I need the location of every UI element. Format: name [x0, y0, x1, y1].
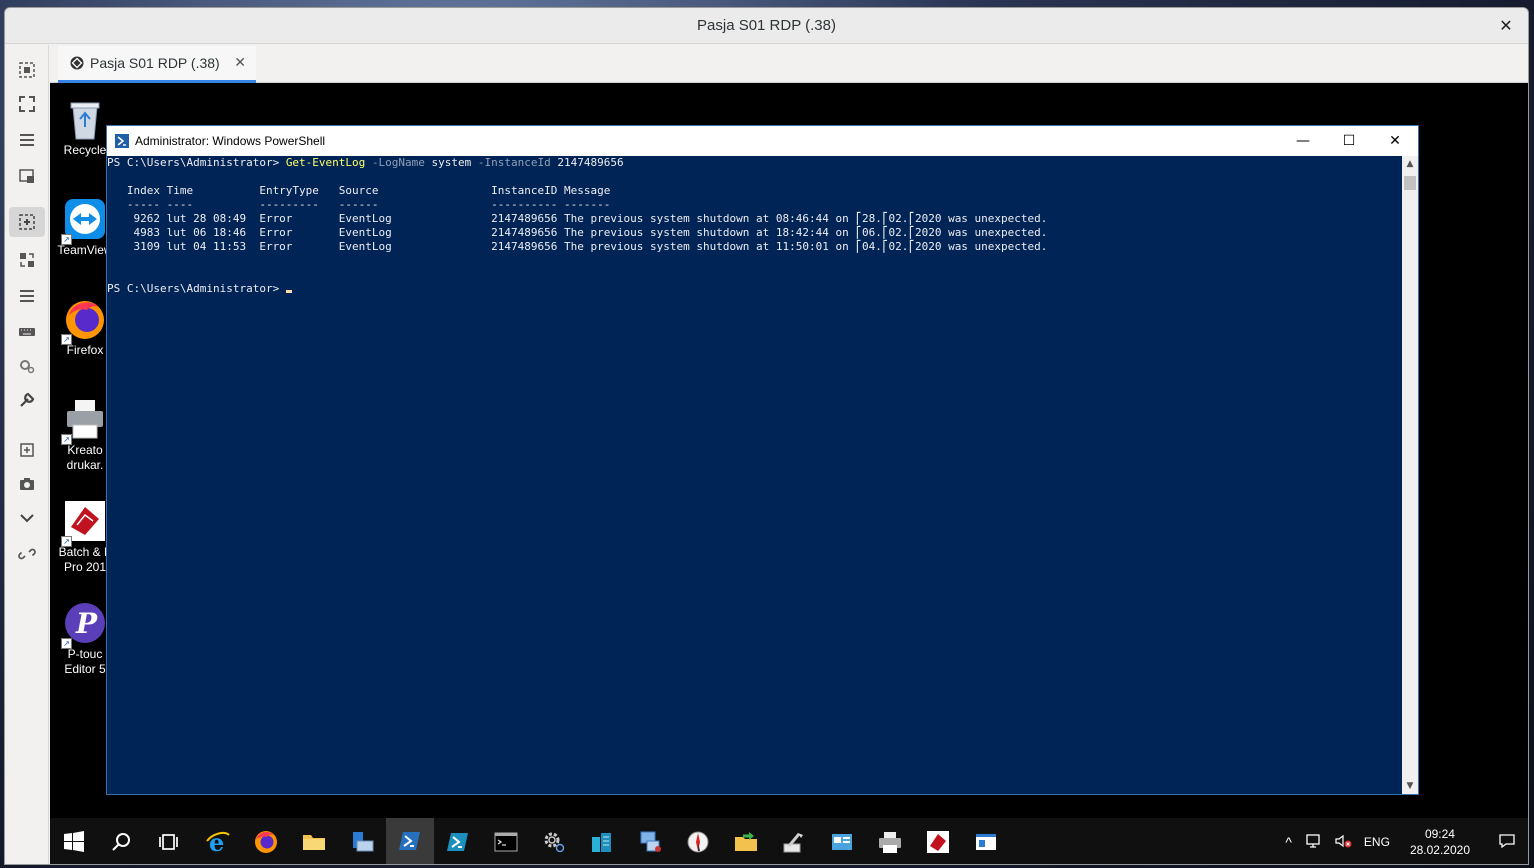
maximize-button[interactable]: ☐: [1326, 126, 1372, 156]
settings-gear-icon[interactable]: [530, 818, 578, 864]
remote-desktop[interactable]: Recycle ↗ TeamView ↗ Firefox ↗ Kreato dr…: [50, 83, 1528, 864]
param-text: -LogName: [371, 156, 425, 169]
output-row: 9262 lut 28 08:49 Error EventLog 2147489…: [107, 212, 1048, 225]
server-manager-icon[interactable]: [338, 818, 386, 864]
add-screen-icon[interactable]: [9, 435, 45, 465]
clock[interactable]: 09:24 28.02.2020: [1396, 826, 1484, 858]
scale-icon[interactable]: [9, 207, 45, 237]
powershell-titlebar[interactable]: Administrator: Windows PowerShell — ☐ ✕: [107, 126, 1418, 156]
preferences-icon[interactable]: [9, 351, 45, 381]
rdp-client-window: Pasja S01 RDP (.38) ✕ Pasja S01 RDP (.38…: [4, 7, 1529, 865]
tab-close-icon[interactable]: ✕: [234, 55, 246, 71]
text-cursor: [285, 290, 292, 293]
control-panel-icon[interactable]: [818, 818, 866, 864]
chevron-down-icon[interactable]: [9, 503, 45, 533]
windows-taskbar: e ^ ENG 09:24 28.02.2020: [50, 818, 1528, 864]
network-icon[interactable]: [626, 818, 674, 864]
tab-rdp-session[interactable]: Pasja S01 RDP (.38) ✕: [58, 46, 256, 83]
scroll-down-icon[interactable]: ▼: [1402, 778, 1418, 794]
screenshot-icon[interactable]: [9, 469, 45, 499]
prompt-line: PS C:\Users\Administrator>: [107, 282, 1403, 296]
scroll-up-icon[interactable]: ▲: [1402, 156, 1418, 172]
close-icon[interactable]: ✕: [1496, 16, 1516, 36]
sync-folder-icon[interactable]: [722, 818, 770, 864]
arg-text: system: [431, 156, 472, 169]
powershell-window[interactable]: Administrator: Windows PowerShell — ☐ ✕ …: [106, 125, 1419, 795]
prompt-text: PS C:\Users\Administrator>: [107, 156, 286, 169]
window-titlebar[interactable]: Pasja S01 RDP (.38) ✕: [5, 8, 1528, 44]
output-row: 3109 lut 04 11:53 Error EventLog 2147489…: [107, 240, 1048, 253]
powershell-title: Administrator: Windows PowerShell: [135, 134, 326, 148]
powershell-title-icon: [115, 134, 129, 148]
param-text: -InstanceId: [477, 156, 551, 169]
shortcut-arrow-icon: ↗: [61, 434, 72, 445]
close-button[interactable]: ✕: [1372, 126, 1418, 156]
prompt-text: PS C:\Users\Administrator>: [107, 282, 286, 295]
notification-icon[interactable]: [1484, 833, 1528, 852]
tab-label: Pasja S01 RDP (.38): [90, 55, 220, 71]
window-icon[interactable]: [9, 161, 45, 191]
resize-icon[interactable]: [9, 245, 45, 275]
disconnect-icon[interactable]: [9, 539, 45, 569]
batch-icon: ↗: [61, 499, 107, 547]
teamviewer-icon: ↗: [61, 197, 107, 245]
output-header: Index Time EntryType Source InstanceID M…: [107, 184, 611, 197]
left-toolbar: [5, 45, 49, 864]
list-icon[interactable]: [9, 281, 45, 311]
shortcut-arrow-icon: ↗: [61, 536, 72, 547]
tray-expand-icon[interactable]: ^: [1279, 834, 1298, 850]
firefox-icon[interactable]: [242, 818, 290, 864]
powershell-console[interactable]: PS C:\Users\Administrator> Get-EventLog …: [107, 156, 1403, 794]
svg-text:P: P: [75, 607, 98, 640]
clock-date: 28.02.2020: [1409, 843, 1470, 857]
system-tray: ^ ENG 09:24 28.02.2020: [1279, 818, 1528, 864]
shortcut-arrow-icon: ↗: [61, 334, 72, 345]
database-icon[interactable]: [578, 818, 626, 864]
file-explorer-icon[interactable]: [290, 818, 338, 864]
window-title: Pasja S01 RDP (.38): [697, 17, 836, 34]
app-window-icon[interactable]: [962, 818, 1010, 864]
menu-icon[interactable]: [9, 125, 45, 155]
powershell-ise-icon[interactable]: [434, 818, 482, 864]
tab-bar: Pasja S01 RDP (.38) ✕: [50, 45, 1528, 83]
compass-icon[interactable]: [674, 818, 722, 864]
output-separator: ----- ---- --------- ------ ---------- -…: [107, 198, 611, 211]
batch-icon[interactable]: [914, 818, 962, 864]
rdp-protocol-icon: [70, 56, 84, 70]
keyboard-icon[interactable]: [9, 317, 45, 347]
firefox-icon: ↗: [61, 297, 107, 345]
ptouch-icon: P ↗: [61, 601, 107, 649]
output-row: 4983 lut 06 18:46 Error EventLog 2147489…: [107, 226, 1048, 239]
tools-icon[interactable]: [9, 385, 45, 415]
cmd-icon[interactable]: [482, 818, 530, 864]
shortcut-arrow-icon: ↗: [61, 234, 72, 245]
command-line: PS C:\Users\Administrator> Get-EventLog …: [107, 156, 1403, 170]
minimize-button[interactable]: —: [1280, 126, 1326, 156]
clock-time: 09:24: [1424, 827, 1455, 841]
network-tray-icon[interactable]: [1298, 833, 1328, 852]
scroll-thumb[interactable]: [1404, 176, 1416, 190]
vertical-scrollbar[interactable]: ▲ ▼: [1402, 156, 1418, 794]
fullscreen-icon[interactable]: [9, 89, 45, 119]
powershell-icon[interactable]: [386, 818, 434, 864]
shortcut-arrow-icon: ↗: [61, 638, 72, 649]
search-icon[interactable]: [98, 818, 146, 864]
volume-muted-icon[interactable]: [1328, 833, 1358, 852]
internet-explorer-icon[interactable]: e: [194, 818, 242, 864]
language-indicator[interactable]: ENG: [1358, 835, 1396, 849]
arg-text: 2147489656: [557, 156, 624, 169]
printer-icon[interactable]: [866, 818, 914, 864]
fit-window-icon[interactable]: [9, 55, 45, 85]
start-icon[interactable]: [50, 818, 98, 864]
cmdlet-text: Get-EventLog: [285, 156, 366, 169]
recycle-bin-icon: [63, 97, 107, 141]
tools-icon[interactable]: [770, 818, 818, 864]
printer-icon: ↗: [61, 397, 107, 445]
task-view-icon[interactable]: [146, 818, 194, 864]
